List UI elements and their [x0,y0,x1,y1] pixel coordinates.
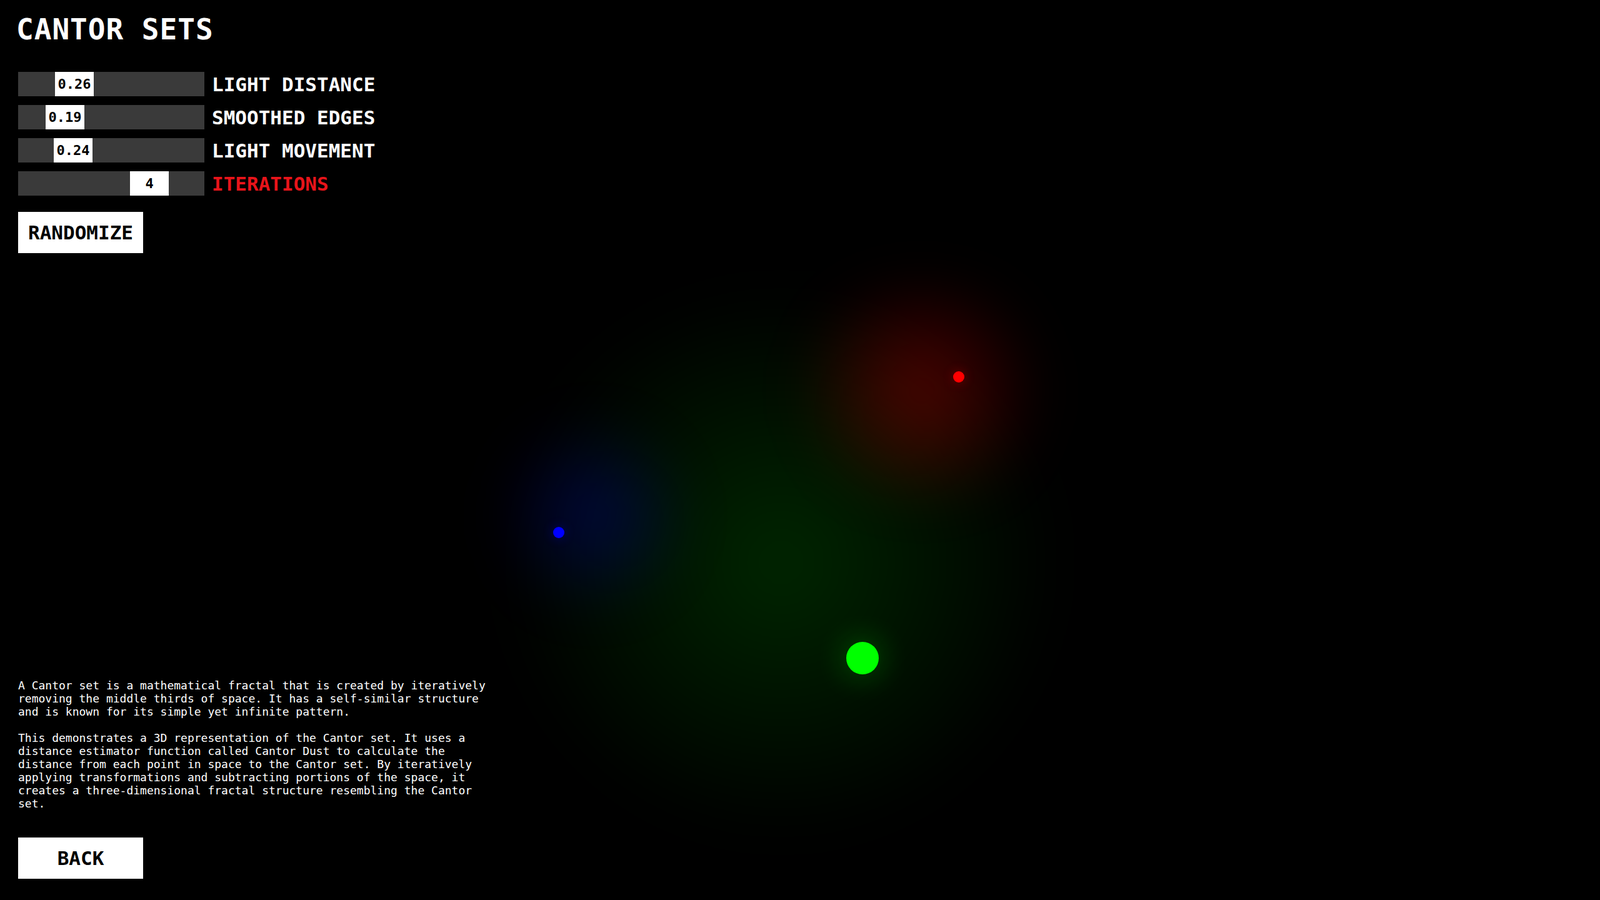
blue-glow [500,406,688,625]
slider-row: 4 ITERATIONS [18,171,375,196]
slider-track[interactable]: 4 [18,171,205,196]
page-title: CANTOR SETS [16,12,214,47]
slider-list: 0.26 LIGHT DISTANCE 0.19 SMOOTHED EDGES 0.24… [18,71,375,196]
description-paragraph: A Cantor set is a mathematical fractal t… [18,678,494,719]
back-button[interactable]: BACK [18,837,144,879]
light-dot [846,641,879,675]
slider-label: LIGHT MOVEMENT [211,139,375,162]
slider-label: ITERATIONS [211,172,329,195]
slider-thumb[interactable]: 0.26 [55,71,94,97]
ui-panel: CANTOR SETS 0.26 LIGHT DISTANCE 0.19 SMOOTHE… [0,0,1600,900]
slider-label: LIGHT DISTANCE [211,73,375,96]
controls-panel: CANTOR SETS 0.26 LIGHT DISTANCE 0.19 SMOOTHE… [18,12,1582,254]
slider-thumb[interactable]: 0.19 [45,105,85,130]
randomize-button[interactable]: RANDOMIZE [18,211,144,254]
slider-track[interactable]: 0.24 [18,138,205,163]
slider-row: 0.26 LIGHT DISTANCE [18,71,375,97]
red-glow [781,281,1063,500]
slider-row: 0.24 LIGHT MOVEMENT [18,138,375,163]
info-panel: A Cantor set is a mathematical fractal t… [18,678,1582,879]
description: A Cantor set is a mathematical fractal t… [18,678,494,810]
slider-label: SMOOTHED EDGES [211,106,375,129]
slider-row: 0.19 SMOOTHED EDGES [18,105,375,130]
light-dot [953,371,965,383]
slider-thumb[interactable]: 0.24 [53,138,93,163]
slider-thumb[interactable]: 4 [130,171,169,196]
light-dot [553,526,565,539]
slider-track[interactable]: 0.26 [18,71,205,97]
cantor-page: CANTOR SETS 0.26 LIGHT DISTANCE 0.19 SMOOTHE… [0,0,1600,900]
slider-track[interactable]: 0.19 [18,105,205,130]
description-paragraph: This demonstrates a 3D representation of… [18,731,494,810]
